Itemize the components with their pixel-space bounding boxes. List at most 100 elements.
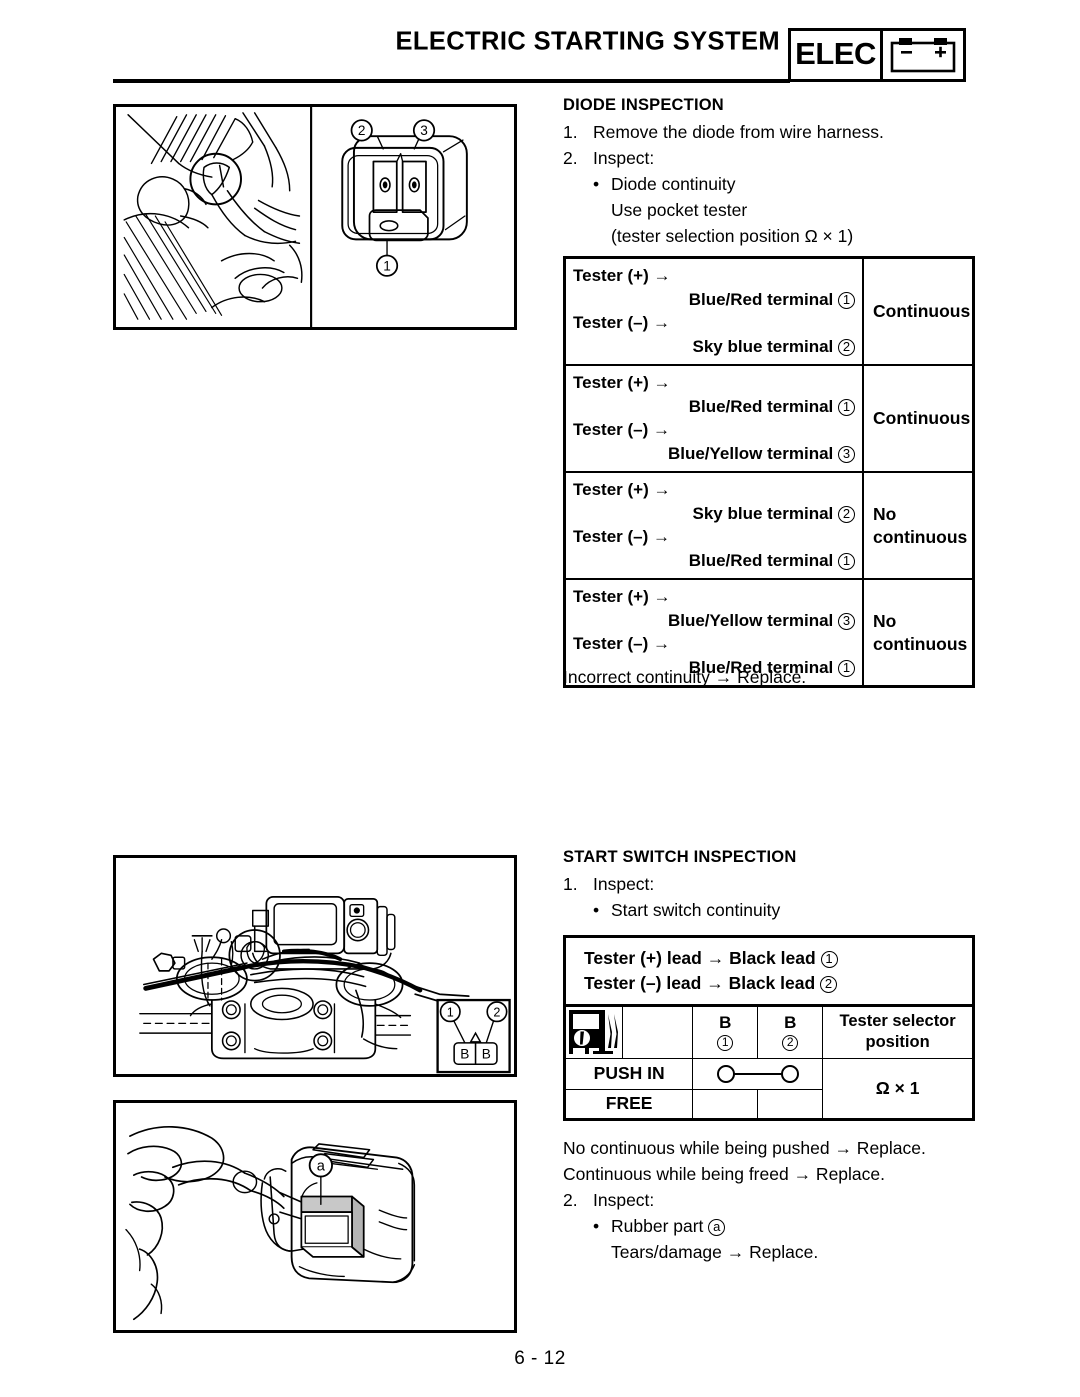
diode-row-2-minus-label: Tester (–) →	[573, 420, 670, 439]
diode-continuity-table: Tester (+) → Blue/Red terminal 1 Tester …	[563, 256, 975, 688]
diode-row-3-condition: Tester (+) → Sky blue terminal 2 Tester …	[563, 471, 864, 580]
figure-engine-svg: B B 1 2	[139, 896, 511, 1074]
diode-inspection-block: DIODE INSPECTION 1. Remove the diode from…	[563, 96, 975, 249]
bullet-glyph: •	[593, 174, 600, 194]
diode-bullet-line: • Diode continuity	[563, 171, 975, 197]
svg-text:2: 2	[493, 1006, 500, 1020]
callout-number: 1	[820, 951, 838, 968]
start-switch-note-2: Continuous while being freed → Replace.	[563, 1164, 885, 1184]
bullet-glyph: •	[593, 1216, 600, 1236]
continuity-cell-free-b2	[757, 1089, 824, 1120]
callout-letter: a	[708, 1219, 726, 1236]
figure-diode-location-and-terminals: 2 3 1	[113, 104, 517, 330]
table-row: Tester (+) → Blue/Red terminal 1 Tester …	[563, 364, 975, 473]
diode-row-3-plus-terminal: Sky blue terminal 2	[573, 502, 857, 526]
diode-sub-line-1: Use pocket tester	[611, 200, 748, 220]
start-switch-bullet-text: Start switch continuity	[611, 900, 781, 920]
continuity-cell-free-b1	[692, 1089, 759, 1120]
battery-icon	[883, 31, 963, 79]
callout-number: 1	[717, 1035, 734, 1051]
battery-icon-svg	[890, 38, 956, 73]
start-switch-bullet-2-line: • Rubber part a	[563, 1213, 1003, 1239]
diode-row-2-plus-terminal: Blue/Red terminal 1	[573, 395, 857, 419]
svg-text:a: a	[317, 1159, 326, 1175]
diode-row-1-result: Continuous	[862, 256, 975, 366]
start-switch-bullet-line: • Start switch continuity	[563, 897, 975, 923]
callout-number: 1	[838, 659, 855, 677]
row-label-free: FREE	[563, 1089, 694, 1120]
callout-number: 3	[838, 445, 855, 463]
svg-text:3: 3	[420, 123, 428, 138]
diode-row-1-condition: Tester (+) → Blue/Red terminal 1 Tester …	[563, 256, 864, 366]
page-title: ELECTRIC STARTING SYSTEM	[395, 27, 780, 56]
diode-inspection-heading: DIODE INSPECTION	[563, 96, 724, 114]
elec-section-badge: ELEC	[788, 28, 966, 82]
diode-row-1-plus-label: Tester (+) →	[573, 266, 671, 285]
diode-step-1-text: Remove the diode from wire harness.	[593, 122, 884, 142]
row-label-push-in: PUSH IN	[563, 1058, 694, 1090]
diode-row-3-minus-terminal: Blue/Red terminal 1	[573, 549, 857, 573]
diode-after-table-note: Incorrect continuity → Replace.	[563, 667, 807, 687]
figure-handlebar-start-switch: a	[113, 1100, 517, 1333]
callout-number: 2	[838, 338, 855, 356]
figure-diode-svg: 2 3 1	[123, 107, 468, 327]
tester-selector-value: Ω × 1	[822, 1058, 974, 1120]
start-switch-step-1: 1. Inspect:	[563, 871, 975, 897]
start-switch-bullet-2-text: Rubber part	[611, 1216, 704, 1236]
start-switch-step-1-text: Inspect:	[593, 874, 655, 894]
column-header-b1: B 1	[692, 1005, 759, 1059]
header-divider	[113, 79, 790, 83]
start-switch-note-1: No continuous while being pushed → Repla…	[563, 1138, 926, 1158]
page-number: 6 - 12	[514, 1348, 566, 1369]
callout-number: 2	[782, 1035, 799, 1051]
start-switch-step-2-text: Inspect:	[593, 1190, 655, 1210]
diode-bullet-text: Diode continuity	[611, 174, 736, 194]
figure-engine-inset-box: B B 1 2	[436, 998, 511, 1074]
diode-row-3-result: No continuous	[862, 471, 975, 580]
svg-text:B: B	[460, 1046, 469, 1061]
callout-number: 1	[838, 291, 855, 309]
lead-line-negative: Tester (–) lead → Black lead 2	[584, 971, 972, 996]
diode-row-1-minus-terminal: Sky blue terminal 2	[573, 335, 857, 359]
table-row-push-in: PUSH IN Ω × 1	[563, 1058, 974, 1120]
diode-row-2-result: Continuous	[862, 364, 975, 473]
diode-row-4-plus-label: Tester (+) →	[573, 587, 671, 606]
start-switch-step-2-number: 2.	[563, 1190, 578, 1210]
svg-text:2: 2	[358, 123, 366, 138]
start-switch-inspection-block: START SWITCH INSPECTION 1. Inspect: • Star…	[563, 848, 975, 923]
start-switch-sub-line: Tears/damage → Replace.	[611, 1242, 819, 1262]
start-switch-inspection-heading: START SWITCH INSPECTION	[563, 848, 797, 866]
figure-engine-wiring-location: B B 1 2	[113, 855, 517, 1077]
callout-number: 2	[838, 505, 855, 523]
diode-row-2-condition: Tester (+) → Blue/Red terminal 1 Tester …	[563, 364, 864, 473]
page-header: ELECTRIC STARTING SYSTEM ELEC	[0, 0, 1080, 92]
start-switch-step-1-number: 1.	[563, 874, 578, 894]
figure-diode-callouts: 2 3 1	[350, 119, 436, 277]
figure-switch-callout-a: a	[308, 1153, 333, 1178]
start-switch-lead-box: Tester (+) lead → Black lead 1 Tester (–…	[563, 935, 975, 1008]
svg-text:B: B	[482, 1046, 491, 1061]
diode-sub-line-2: (tester selection position Ω × 1)	[611, 226, 854, 246]
diode-step-1-number: 1.	[563, 122, 578, 142]
diode-row-3-minus-label: Tester (–) →	[573, 527, 670, 546]
diode-step-1: 1. Remove the diode from wire harness.	[563, 119, 975, 145]
diode-row-3-plus-label: Tester (+) →	[573, 480, 671, 499]
diode-row-4-result: No continuous	[862, 578, 975, 688]
continuity-indicator-push-in	[692, 1058, 824, 1090]
diode-row-2-minus-terminal: Blue/Yellow terminal 3	[573, 442, 857, 466]
diode-row-4-plus-terminal: Blue/Yellow terminal 3	[573, 609, 857, 633]
svg-text:1: 1	[383, 259, 391, 274]
diode-row-1-plus-terminal: Blue/Red terminal 1	[573, 288, 857, 312]
start-switch-continuity-table: B 1 B 2 Tester selector position PUSH IN	[563, 1004, 975, 1121]
table-row: Tester (+) → Blue/Red terminal 1 Tester …	[563, 256, 975, 366]
table-header-blank	[621, 1005, 694, 1059]
table-row: Tester (+) → Sky blue terminal 2 Tester …	[563, 471, 975, 580]
start-switch-step-2: 2. Inspect:	[563, 1187, 1003, 1213]
continuity-link-icon	[716, 1065, 799, 1083]
callout-number: 1	[838, 398, 855, 416]
pocket-tester-icon	[568, 1010, 618, 1054]
callout-number: 3	[838, 612, 855, 630]
pocket-tester-icon-cell	[564, 1005, 623, 1059]
diode-step-2: 2. Inspect:	[563, 145, 975, 171]
svg-text:1: 1	[447, 1006, 454, 1020]
